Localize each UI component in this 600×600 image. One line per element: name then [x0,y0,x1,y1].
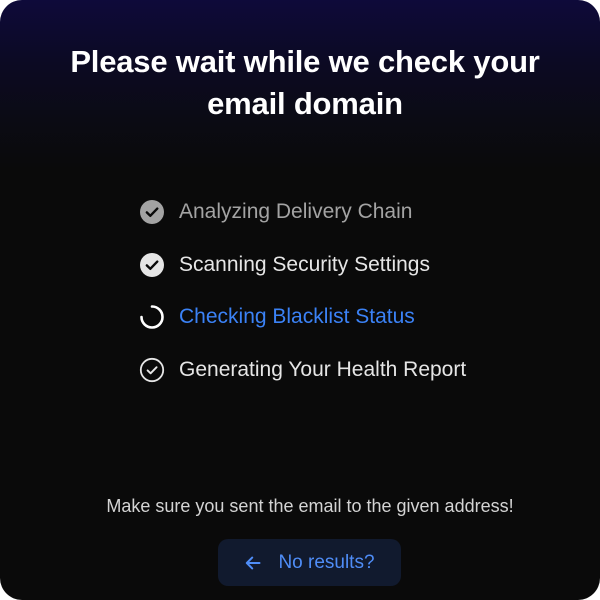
no-results-button-label: No results? [278,551,375,573]
loading-card: Please wait while we check your email do… [0,0,600,600]
check-circle-filled-icon [140,200,164,225]
instruction-note: Make sure you sent the email to the give… [106,496,514,516]
page-title: Please wait while we check your email do… [70,44,540,121]
step-analyzing-delivery-chain: Analyzing Delivery Chain [139,186,466,239]
step-label: Analyzing Delivery Chain [179,200,413,224]
step-label: Generating Your Health Report [179,357,467,381]
check-circle-filled-icon [140,252,164,277]
step-label: Checking Blacklist Status [179,305,415,329]
progress-step-list: Analyzing Delivery Chain Scanning Securi… [139,186,466,396]
step-checking-blacklist-status: Checking Blacklist Status [139,291,466,344]
arrow-left-icon [246,556,261,569]
step-scanning-security-settings: Scanning Security Settings [139,239,466,292]
step-label: Scanning Security Settings [179,252,430,276]
check-circle-outline-icon [139,357,165,382]
step-generating-health-report: Generating Your Health Report [139,344,466,397]
spinner-icon [140,305,164,330]
no-results-button[interactable]: No results? [218,539,401,586]
